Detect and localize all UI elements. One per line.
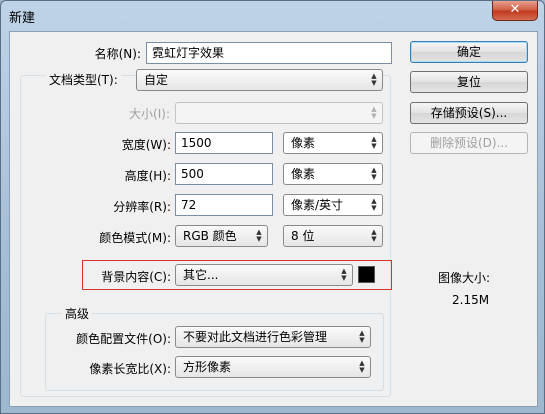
updown-arrows-icon: ▲ ▼ xyxy=(341,267,347,282)
bit-depth-value: 8 位 xyxy=(291,229,315,243)
close-button[interactable]: ✕ xyxy=(492,1,538,21)
pixel-aspect-label: 像素长宽比(X): xyxy=(89,362,171,376)
width-input[interactable]: 1500 xyxy=(175,132,273,154)
resolution-input[interactable]: 72 xyxy=(175,194,273,216)
close-icon: ✕ xyxy=(509,2,521,17)
pixel-aspect-value: 方形像素 xyxy=(183,360,232,374)
resolution-unit-value: 像素/英寸 xyxy=(291,198,344,212)
height-unit-select[interactable]: 像素 ▲ ▼ xyxy=(283,163,383,185)
updown-arrows-icon: ▲ ▼ xyxy=(371,228,377,243)
updown-arrows-icon: ▲ ▼ xyxy=(359,329,365,344)
width-unit-value: 像素 xyxy=(291,136,316,150)
preset-value: 自定 xyxy=(144,73,169,87)
advanced-group xyxy=(45,313,384,391)
updown-arrows-icon: ▲ ▼ xyxy=(371,135,377,150)
preset-select[interactable]: 自定 ▲ ▼ xyxy=(136,69,383,91)
updown-arrows-icon: ▲ ▼ xyxy=(371,166,377,181)
reset-button[interactable]: 复位 xyxy=(410,71,528,93)
ok-button[interactable]: 确定 xyxy=(410,41,528,63)
size-label: 大小(I): xyxy=(129,107,170,121)
title-bar[interactable]: 新建 ✕ xyxy=(1,1,544,29)
color-mode-label: 颜色模式(M): xyxy=(99,231,171,245)
width-unit-select[interactable]: 像素 ▲ ▼ xyxy=(283,132,383,154)
color-profile-label: 颜色配置文件(O): xyxy=(76,332,171,346)
background-color-swatch[interactable] xyxy=(358,266,375,283)
dialog-client-area: 名称(N): 霓虹灯字效果 文档类型(T): 自定 ▲ ▼ 大小(I): ▲ ▼ 宽… xyxy=(9,31,538,407)
resolution-label: 分辨率(R): xyxy=(113,200,171,214)
bit-depth-select[interactable]: 8 位 ▲ ▼ xyxy=(283,225,383,247)
color-profile-value: 不要对此文档进行色彩管理 xyxy=(183,330,328,344)
height-label: 高度(H): xyxy=(124,169,171,183)
updown-arrows-icon: ▲ ▼ xyxy=(371,72,377,87)
color-mode-value: RGB 颜色 xyxy=(183,229,237,243)
updown-arrows-icon: ▲ ▼ xyxy=(256,228,262,243)
pixel-aspect-select[interactable]: 方形像素 ▲ ▼ xyxy=(175,356,371,378)
save-preset-button[interactable]: 存储预设(S)... xyxy=(410,102,528,124)
height-unit-value: 像素 xyxy=(291,167,316,181)
background-label: 背景内容(C): xyxy=(101,270,171,284)
size-select[interactable]: ▲ ▼ xyxy=(175,102,383,124)
preset-label: 文档类型(T): xyxy=(46,71,121,88)
resolution-unit-select[interactable]: 像素/英寸 ▲ ▼ xyxy=(283,194,383,216)
updown-arrows-icon: ▲ ▼ xyxy=(359,359,365,374)
image-size-value: 2.15M xyxy=(452,293,490,307)
updown-arrows-icon: ▲ ▼ xyxy=(371,105,377,120)
width-label: 宽度(W): xyxy=(121,138,171,152)
advanced-group-title: 高级 xyxy=(62,305,93,322)
name-label: 名称(N): xyxy=(94,47,141,61)
image-size-label: 图像大小: xyxy=(438,271,491,285)
new-document-dialog: 新建 ✕ 名称(N): 霓虹灯字效果 文档类型(T): 自定 ▲ ▼ 大小(I):… xyxy=(0,0,545,414)
delete-preset-button[interactable]: 删除预设(D)... xyxy=(410,132,528,154)
name-input[interactable]: 霓虹灯字效果 xyxy=(146,42,392,64)
color-profile-select[interactable]: 不要对此文档进行色彩管理 ▲ ▼ xyxy=(175,326,371,348)
updown-arrows-icon: ▲ ▼ xyxy=(371,197,377,212)
height-input[interactable]: 500 xyxy=(175,163,273,185)
background-select[interactable]: 其它... ▲ ▼ xyxy=(175,264,353,286)
window-title: 新建 xyxy=(9,11,36,26)
background-value: 其它... xyxy=(183,268,219,282)
color-mode-select[interactable]: RGB 颜色 ▲ ▼ xyxy=(175,225,268,247)
